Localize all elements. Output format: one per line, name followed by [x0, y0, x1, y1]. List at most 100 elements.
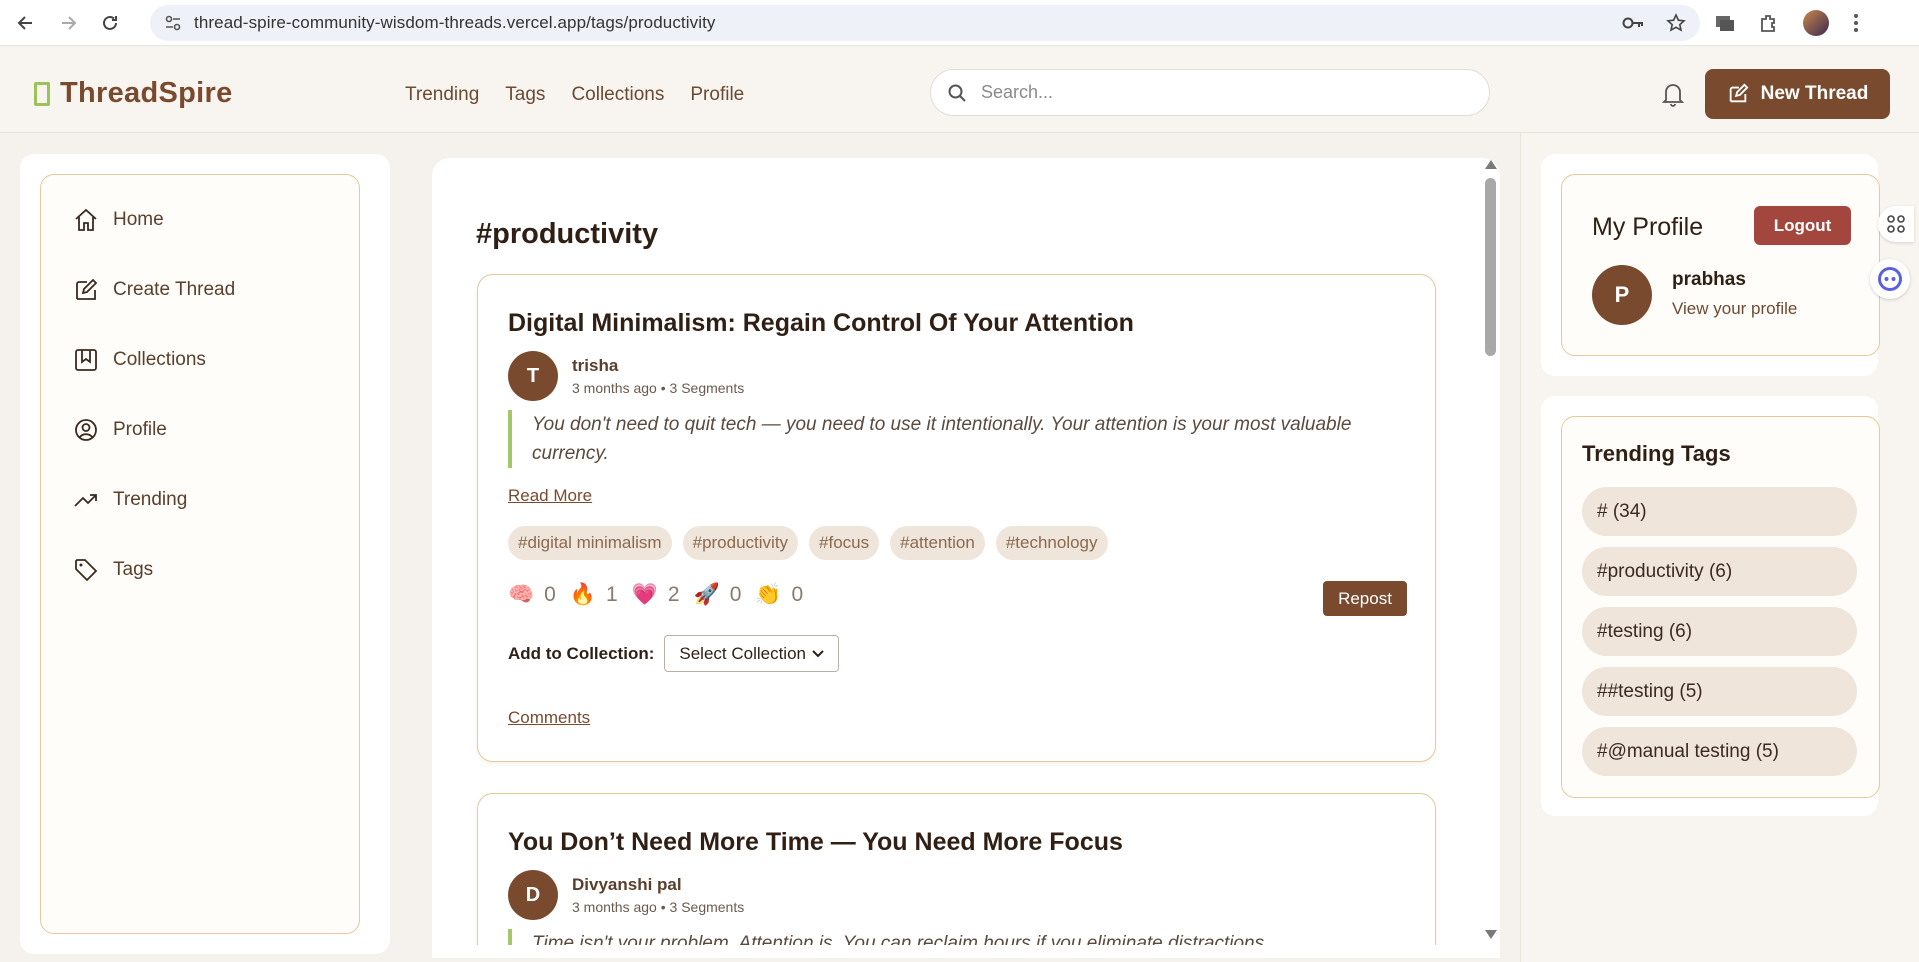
url-text: thread-spire-community-wisdom-threads.ve… — [194, 13, 716, 32]
scroll-down-arrow-icon[interactable] — [1485, 930, 1497, 939]
scroll-thumb[interactable] — [1485, 178, 1496, 356]
reload-icon[interactable] — [96, 9, 124, 37]
clap-icon: 👏 — [755, 582, 782, 606]
site-settings-icon[interactable] — [164, 14, 182, 32]
cast-icon[interactable] — [1715, 14, 1735, 32]
reaction-heart[interactable]: 💗 2 — [632, 582, 680, 607]
extensions-icon[interactable] — [1759, 13, 1779, 33]
sidebar-item-label: Create Thread — [113, 279, 236, 300]
edit-icon — [76, 278, 98, 300]
reaction-count: 1 — [606, 582, 618, 606]
sidebar-item-collections[interactable]: Collections — [73, 347, 206, 373]
logo[interactable]: ThreadSpire — [34, 77, 233, 110]
thread-quote: You don't need to quit tech — you need t… — [508, 410, 1388, 468]
forward-icon[interactable] — [54, 9, 82, 37]
tag-chip[interactable]: #attention — [890, 526, 985, 560]
address-bar[interactable]: thread-spire-community-wisdom-threads.ve… — [150, 5, 1700, 41]
brain-icon: 🧠 — [508, 582, 535, 606]
trending-tag[interactable]: ##testing (5) — [1582, 667, 1857, 716]
thread-card: Digital Minimalism: Regain Control Of Yo… — [477, 274, 1436, 762]
rocket-icon: 🚀 — [693, 582, 720, 606]
new-thread-label: New Thread — [1760, 83, 1869, 104]
trending-tags-card: Trending Tags # (34) #productivity (6) #… — [1561, 416, 1880, 798]
author-name[interactable]: Divyanshi pal — [572, 875, 682, 895]
reaction-rocket[interactable]: 🚀 0 — [694, 582, 742, 607]
view-profile-link[interactable]: View your profile — [1672, 299, 1797, 319]
browser-toolbar: thread-spire-community-wisdom-threads.ve… — [0, 0, 1919, 46]
sidebar-item-create-thread[interactable]: Create Thread — [73, 277, 235, 303]
main-scrollbar[interactable] — [1480, 158, 1500, 946]
sidebar-item-label: Collections — [113, 349, 206, 370]
command-icon[interactable] — [1878, 206, 1914, 242]
top-nav: Trending Tags Collections Profile — [405, 84, 744, 106]
trending-tag[interactable]: #testing (6) — [1582, 607, 1857, 656]
browser-profile-avatar[interactable] — [1803, 10, 1829, 36]
sidebar-item-label: Trending — [113, 489, 188, 510]
bell-icon[interactable] — [1661, 81, 1685, 107]
logo-text: ThreadSpire — [60, 77, 233, 109]
collection-select[interactable]: Select Collection — [664, 635, 840, 672]
avatar[interactable]: T — [508, 351, 558, 401]
sidebar-item-profile[interactable]: Profile — [73, 417, 167, 443]
thread-quote: Time isn't your problem. Attention is. Y… — [508, 929, 1388, 945]
heart-icon: 💗 — [631, 582, 658, 606]
reaction-count: 2 — [667, 582, 680, 606]
nav-trending[interactable]: Trending — [405, 84, 479, 106]
sidebar-nav: Home Create Thread Collections Profile T… — [40, 174, 360, 934]
nav-tags[interactable]: Tags — [505, 84, 545, 106]
reaction-brain[interactable]: 🧠 0 — [508, 582, 556, 607]
search-icon — [948, 84, 966, 102]
reaction-clap[interactable]: 👏 0 — [755, 582, 803, 607]
edit-icon — [1729, 83, 1749, 103]
thread-title[interactable]: You Don’t Need More Time — You Need More… — [508, 828, 1123, 857]
profile-title: My Profile — [1592, 213, 1704, 241]
trending-tag[interactable]: #productivity (6) — [1582, 547, 1857, 596]
thread-meta: 3 months ago • 3 Segments — [572, 899, 745, 915]
avatar[interactable]: P — [1592, 265, 1652, 325]
thread-tags: #digital minimalism #productivity #focus… — [508, 526, 1108, 560]
scroll-up-arrow-icon[interactable] — [1485, 160, 1497, 169]
thread-title[interactable]: Digital Minimalism: Regain Control Of Yo… — [508, 309, 1134, 338]
app-header: ThreadSpire Trending Tags Collections Pr… — [0, 47, 1919, 133]
reaction-fire[interactable]: 🔥 1 — [570, 582, 618, 607]
repost-button[interactable]: Repost — [1323, 581, 1407, 616]
sidebar-item-tags[interactable]: Tags — [73, 557, 153, 583]
sidebar-item-trending[interactable]: Trending — [73, 487, 187, 513]
nav-profile[interactable]: Profile — [690, 84, 744, 106]
left-sidebar: Home Create Thread Collections Profile T… — [20, 154, 390, 954]
sidebar-item-home[interactable]: Home — [73, 207, 164, 233]
trending-tags-panel: Trending Tags # (34) #productivity (6) #… — [1541, 396, 1880, 816]
nav-collections[interactable]: Collections — [571, 84, 664, 106]
search-input[interactable] — [981, 82, 1461, 103]
tag-chip[interactable]: #focus — [809, 526, 880, 560]
key-icon[interactable] — [1622, 16, 1644, 30]
sidebar-item-label: Home — [113, 209, 164, 230]
reaction-count: 0 — [729, 582, 742, 606]
tag-icon — [75, 559, 98, 582]
logout-button[interactable]: Logout — [1754, 206, 1851, 245]
home-icon — [75, 208, 97, 231]
star-icon[interactable] — [1666, 13, 1686, 33]
search-box — [930, 69, 1490, 116]
read-more-link[interactable]: Read More — [508, 486, 592, 506]
tag-chip[interactable]: #productivity — [682, 526, 799, 560]
sidebar-item-label: Tags — [113, 559, 154, 580]
tag-chip[interactable]: #technology — [995, 526, 1108, 560]
new-thread-button[interactable]: New Thread — [1705, 69, 1890, 119]
trending-tags-title: Trending Tags — [1582, 441, 1731, 466]
add-to-collection: Add to Collection: Select Collection — [508, 635, 840, 672]
tag-chip[interactable]: #digital minimalism — [508, 526, 672, 560]
profile-card: My Profile Logout P prabhas View your pr… — [1561, 174, 1880, 356]
profile-panel: My Profile Logout P prabhas View your pr… — [1541, 154, 1880, 376]
logo-icon — [34, 81, 50, 106]
trending-tag[interactable]: # (34) — [1582, 487, 1857, 536]
more-vert-icon[interactable] — [1853, 13, 1859, 33]
comments-link[interactable]: Comments — [508, 708, 590, 728]
assistant-bot-icon[interactable] — [1870, 259, 1910, 299]
back-icon[interactable] — [12, 9, 40, 37]
reaction-count: 0 — [791, 582, 804, 606]
trending-tag[interactable]: #@manual testing (5) — [1582, 727, 1857, 776]
author-name[interactable]: trisha — [572, 356, 618, 376]
avatar[interactable]: D — [508, 870, 558, 920]
reactions-bar: 🧠 0 🔥 1 💗 2 🚀 0 👏 0 — [508, 582, 803, 607]
